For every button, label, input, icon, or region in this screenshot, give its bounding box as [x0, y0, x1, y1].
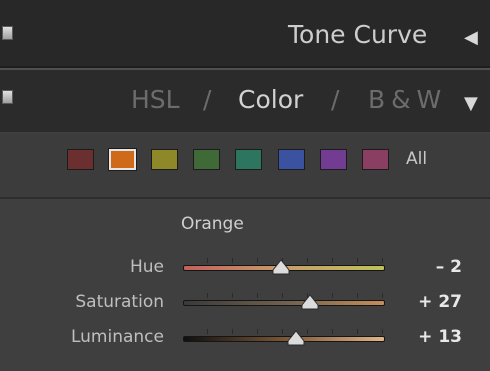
tab-bw[interactable]: B & W [368, 85, 441, 114]
tone-curve-header[interactable]: Tone Curve ◀ [0, 0, 490, 66]
saturation-slider-thumb[interactable] [301, 294, 319, 310]
luminance-slider-ticks [183, 329, 383, 334]
section-title: Orange [181, 214, 244, 234]
hue-slider-thumb[interactable] [272, 259, 290, 275]
luminance-slider-track[interactable] [183, 336, 385, 342]
swatch-yellow[interactable] [151, 149, 178, 170]
swatch-magenta[interactable] [362, 149, 389, 170]
hue-label: Hue [129, 257, 164, 277]
swatch-blue[interactable] [278, 149, 305, 170]
swatch-red[interactable] [67, 149, 94, 170]
triangle-down-icon[interactable]: ▼ [464, 95, 478, 113]
swatch-all[interactable]: All [406, 149, 427, 169]
tone-curve-title: Tone Curve [288, 20, 428, 49]
saturation-value[interactable]: + 27 [418, 292, 462, 312]
saturation-slider-track[interactable] [183, 300, 385, 306]
swatch-orange[interactable] [109, 149, 136, 170]
luminance-label: Luminance [70, 327, 164, 347]
hue-value[interactable]: – 2 [436, 257, 462, 277]
panel-grip-icon [2, 90, 13, 104]
luminance-slider-thumb[interactable] [287, 330, 305, 346]
panel-grip-icon [2, 26, 13, 40]
luminance-value[interactable]: + 13 [418, 327, 462, 347]
triangle-left-icon[interactable]: ◀ [464, 29, 478, 47]
tab-separator: / [203, 85, 212, 114]
swatch-green[interactable] [193, 149, 220, 170]
saturation-slider-ticks [183, 293, 383, 298]
saturation-label: Saturation [75, 292, 164, 312]
tab-color[interactable]: Color [238, 85, 303, 114]
swatch-purple[interactable] [320, 149, 347, 170]
section-divider [0, 197, 490, 199]
swatch-aqua[interactable] [235, 149, 262, 170]
tab-separator: / [331, 85, 340, 114]
hsl-color-bw-header: HSL / Color / B & W ▼ [0, 70, 490, 132]
tab-hsl[interactable]: HSL [131, 85, 180, 114]
